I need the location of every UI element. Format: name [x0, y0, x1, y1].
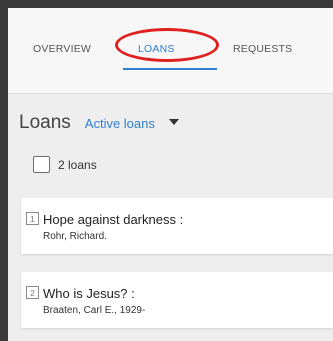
- loan-title[interactable]: Hope against darkness :: [43, 212, 183, 227]
- tab-requests[interactable]: REQUESTS: [233, 43, 292, 55]
- loan-index-checkbox[interactable]: 2: [26, 286, 39, 299]
- patron-account-panel: OVERVIEW LOANS REQUESTS Loans Active loa…: [8, 8, 333, 341]
- loan-index-checkbox[interactable]: 1: [26, 212, 39, 225]
- loan-filter-dropdown[interactable]: Active loans: [85, 116, 179, 131]
- loans-header: Loans Active loans: [19, 112, 179, 134]
- annotation-circle: [115, 28, 219, 62]
- loan-filter-label: Active loans: [84, 116, 155, 131]
- page-title: Loans: [19, 112, 71, 133]
- select-all-checkbox[interactable]: [33, 156, 50, 173]
- tab-bar: OVERVIEW LOANS REQUESTS: [8, 8, 333, 94]
- loan-title[interactable]: Who is Jesus? :: [43, 286, 135, 301]
- select-all-label: 2 loans: [58, 157, 97, 172]
- active-tab-indicator: [123, 68, 217, 70]
- caret-down-icon: [168, 118, 179, 125]
- loan-author: Braaten, Carl E., 1929-: [43, 305, 146, 316]
- loan-author: Rohr, Richard.: [43, 231, 107, 242]
- select-all-row: 2 loans: [33, 156, 97, 173]
- loan-item[interactable]: 1 Hope against darkness : Rohr, Richard.: [21, 198, 333, 254]
- tab-overview[interactable]: OVERVIEW: [33, 43, 91, 55]
- loan-item[interactable]: 2 Who is Jesus? : Braaten, Carl E., 1929…: [21, 272, 333, 328]
